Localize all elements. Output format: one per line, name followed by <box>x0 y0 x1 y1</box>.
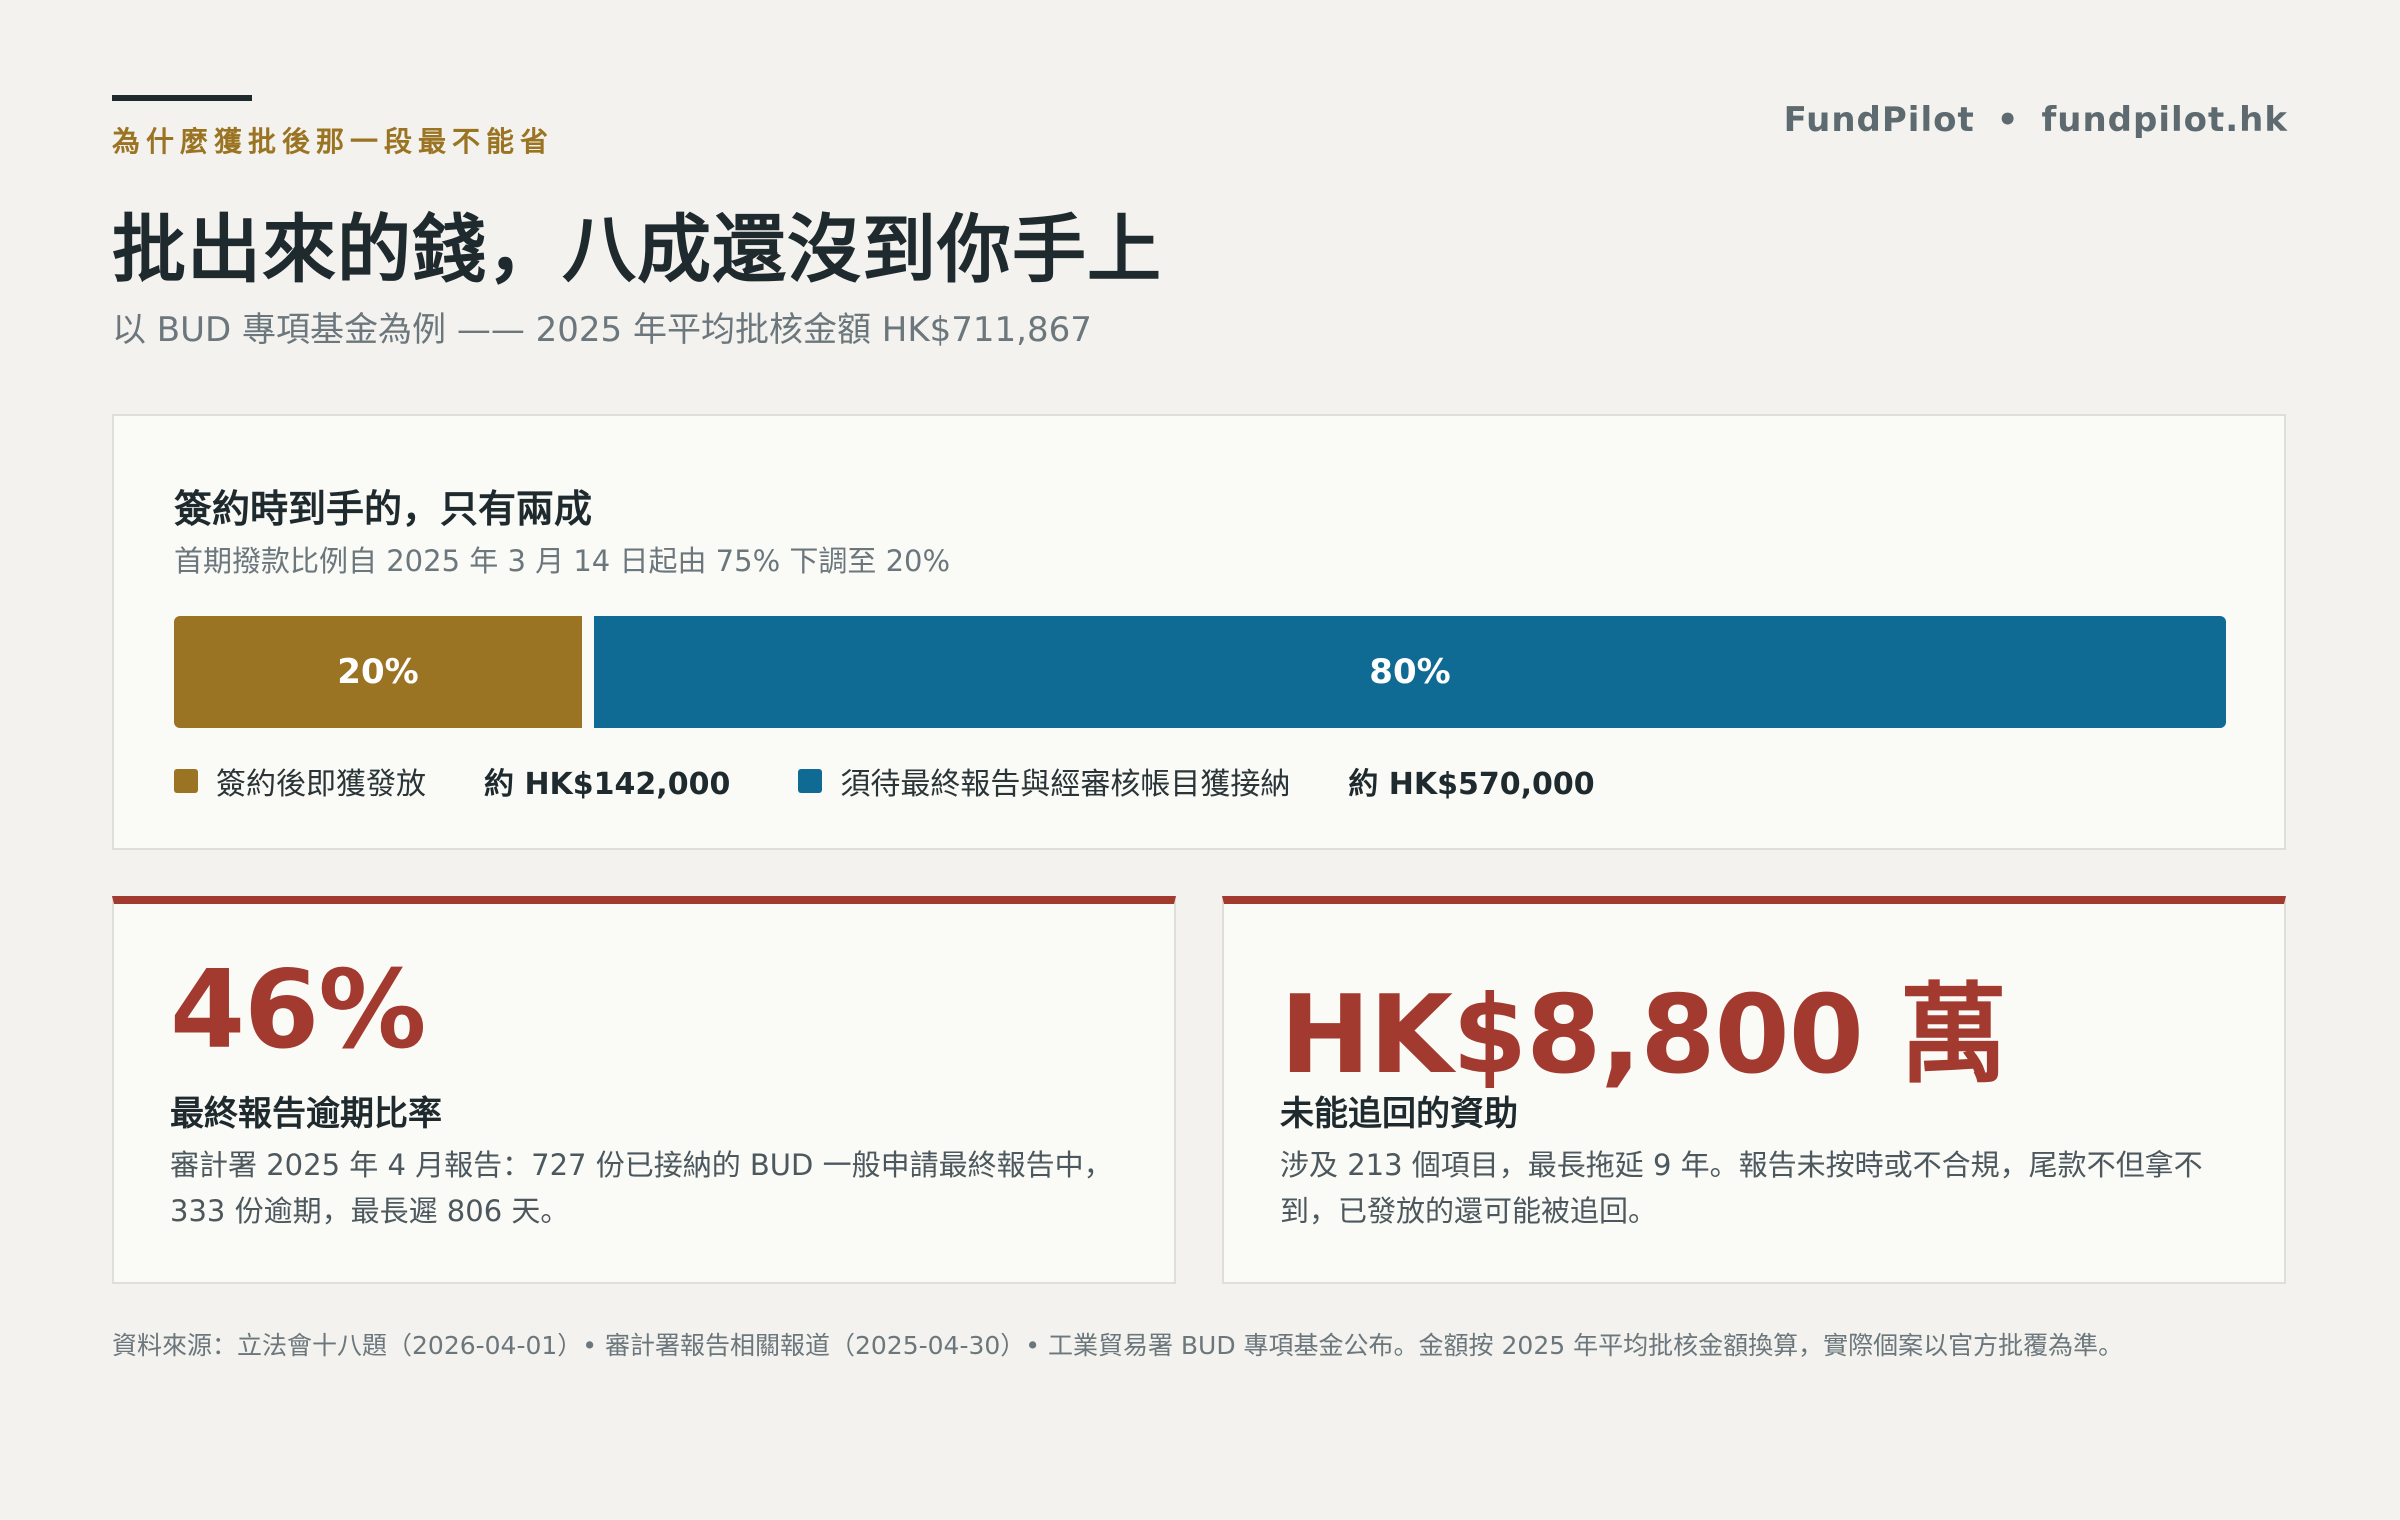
disbursement-split-panel: 簽約時到手的，只有兩成 首期撥款比例自 2025 年 3 月 14 日起由 75… <box>112 414 2286 850</box>
legend-amount-initial-payment: 約 HK$142,000 <box>484 767 731 802</box>
split-panel-note: 首期撥款比例自 2025 年 3 月 14 日起由 75% 下調至 20% <box>174 544 951 578</box>
bar-segment-final-payment: 80% <box>594 616 2226 728</box>
eyebrow-text: 為什麼獲批後那一段最不能省 <box>112 125 555 158</box>
legend-label-initial-payment: 簽約後即獲發放 <box>216 767 426 802</box>
header-accent-rule <box>112 95 252 101</box>
stat-value-unrecovered-funding: HK$8,800 萬 <box>1280 973 2007 1098</box>
bar-segment-initial-payment: 20% <box>174 616 582 728</box>
legend-swatch-initial-payment <box>174 769 198 793</box>
page-subtitle: 以 BUD 專項基金為例 —— 2025 年平均批核金額 HK$711,867 <box>112 310 1092 350</box>
chart-legend: 簽約後即獲發放 約 HK$142,000 須待最終報告與經審核帳目獲接納 約 H… <box>174 756 1595 806</box>
stat-description-overdue-rate: 審計署 2025 年 4 月報告：727 份已接納的 BUD 一般申請最終報告中… <box>170 1148 1113 1228</box>
bar-label-final-payment: 80% <box>1369 652 1451 692</box>
stat-value-overdue-rate: 46% <box>170 948 427 1073</box>
stat-description-unrecovered-funding: 涉及 213 個項目，最長拖延 9 年。報告未按時或不合規，尾款不但拿不到，已發… <box>1280 1148 2203 1228</box>
split-panel-heading: 簽約時到手的，只有兩成 <box>174 487 593 531</box>
stat-card-unrecovered-funding: HK$8,800 萬 未能追回的資助 涉及 213 個項目，最長拖延 9 年。報… <box>1222 896 2286 1284</box>
stacked-bar-chart: 20% 80% <box>174 616 2226 728</box>
stat-label-unrecovered-funding: 未能追回的資助 <box>1280 1094 1518 1134</box>
legend-amount-final-payment: 約 HK$570,000 <box>1348 767 1595 802</box>
bar-label-initial-payment: 20% <box>337 652 419 692</box>
source-footnote: 資料來源：立法會十八題（2026-04-01）• 審計署報告相關報道（2025-… <box>112 1331 2124 1360</box>
brand-separator: • <box>1996 100 2020 140</box>
legend-swatch-final-payment <box>798 769 823 793</box>
page-title: 批出來的錢，八成還沒到你手上 <box>112 207 1162 293</box>
legend-label-final-payment: 須待最終報告與經審核帳目獲接納 <box>840 767 1291 802</box>
stat-card-overdue-rate: 46% 最終報告逾期比率 審計署 2025 年 4 月報告：727 份已接納的 … <box>112 896 1176 1284</box>
brand-name: FundPilot <box>1783 100 1975 140</box>
brand: FundPilot • fundpilot.hk <box>1784 100 2288 140</box>
brand-url: fundpilot.hk <box>2041 100 2288 140</box>
stat-label-overdue-rate: 最終報告逾期比率 <box>170 1094 442 1134</box>
